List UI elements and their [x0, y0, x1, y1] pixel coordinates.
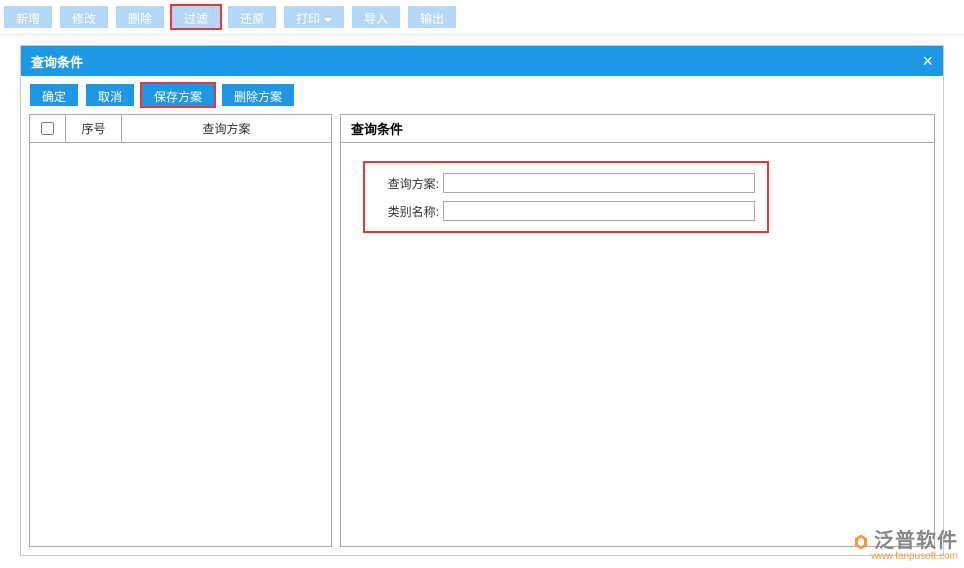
form-highlight-box: 查询方案: 类别名称:	[363, 161, 769, 233]
import-button[interactable]: 导入	[352, 6, 400, 28]
form-row-category: 类别名称:	[377, 201, 755, 221]
plan-label: 查询方案:	[377, 175, 439, 192]
delete-button[interactable]: 删除	[116, 6, 164, 28]
form-area: 查询方案: 类别名称:	[341, 143, 934, 251]
export-button[interactable]: 输出	[408, 6, 456, 28]
right-panel: 查询条件 查询方案: 类别名称:	[340, 114, 935, 547]
category-input[interactable]	[443, 201, 755, 221]
left-column: 序号 查询方案	[29, 114, 332, 547]
plan-input[interactable]	[443, 173, 755, 193]
cancel-button[interactable]: 取消	[86, 84, 134, 106]
form-row-plan: 查询方案:	[377, 173, 755, 193]
top-toolbar: 新增 修改 删除 过滤 还原 打印 导入 输出	[0, 0, 964, 35]
filter-button[interactable]: 过滤	[172, 6, 220, 28]
th-sequence: 序号	[66, 115, 122, 142]
print-label: 打印	[296, 12, 320, 26]
dialog-title: 查询条件	[31, 52, 83, 71]
select-all-checkbox[interactable]	[41, 122, 54, 135]
query-dialog: 查询条件 × 确定 取消 保存方案 删除方案 序号 查询方案 查询条件	[20, 45, 944, 556]
restore-button[interactable]: 还原	[228, 6, 276, 28]
edit-button[interactable]: 修改	[60, 6, 108, 28]
plan-table: 序号 查询方案	[29, 114, 332, 547]
delete-plan-button[interactable]: 删除方案	[222, 84, 294, 106]
confirm-button[interactable]: 确定	[30, 84, 78, 106]
table-header: 序号 查询方案	[30, 115, 331, 143]
table-body	[30, 143, 331, 546]
dialog-body: 序号 查询方案 查询条件 查询方案: 类别名称:	[21, 114, 943, 555]
print-button[interactable]: 打印	[284, 6, 344, 28]
close-icon[interactable]: ×	[922, 51, 933, 72]
dialog-action-bar: 确定 取消 保存方案 删除方案	[21, 76, 943, 114]
chevron-down-icon	[324, 18, 332, 22]
category-label: 类别名称:	[377, 203, 439, 220]
right-panel-title: 查询条件	[341, 115, 934, 143]
th-plan: 查询方案	[122, 115, 331, 142]
new-button[interactable]: 新增	[4, 6, 52, 28]
dialog-header: 查询条件 ×	[21, 46, 943, 76]
th-checkbox	[30, 115, 66, 142]
save-plan-button[interactable]: 保存方案	[142, 84, 214, 106]
